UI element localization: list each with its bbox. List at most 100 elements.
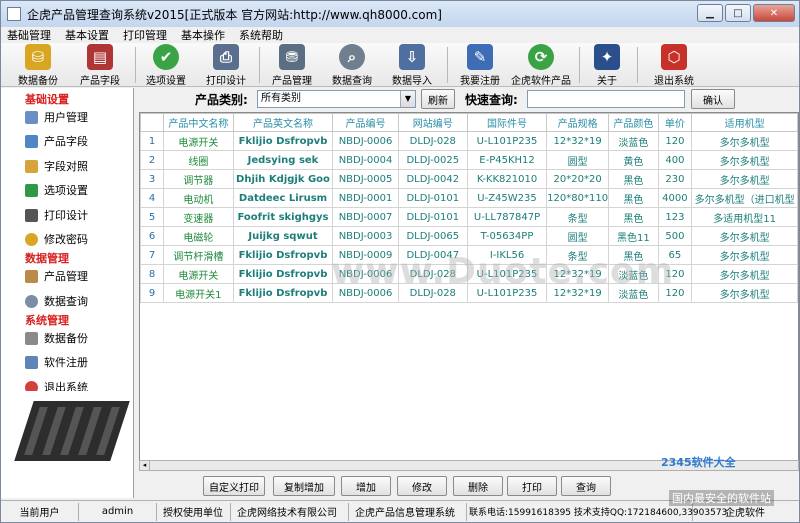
table-cell[interactable]: 多适用机型11 [691, 207, 798, 227]
table-cell[interactable]: 多尔多机型 [691, 226, 798, 246]
column-header[interactable]: 产品规格 [546, 113, 610, 132]
table-cell[interactable]: NBDJ-0004 [332, 150, 399, 170]
table-cell[interactable]: 120 [657, 131, 693, 151]
toolbar-product-manage-button[interactable]: ⛃ 产品管理 [265, 43, 319, 87]
table-cell[interactable]: 淡蓝色 [608, 131, 659, 151]
table-cell[interactable]: 黑色 [608, 188, 659, 208]
table-cell[interactable]: Fklijio Dsfropvb [232, 245, 334, 265]
table-cell[interactable]: 调节器 [163, 169, 234, 189]
table-cell[interactable]: NBDJ-0005 [332, 169, 399, 189]
edit-button[interactable]: 修改 [397, 476, 447, 496]
menu-basic-settings[interactable]: 基本设置 [65, 27, 109, 43]
table-cell[interactable]: DLDJ-0101 [397, 207, 468, 227]
table-cell[interactable]: 20*20*20 [546, 169, 610, 189]
table-cell[interactable]: Datdeec Lirusm [232, 188, 334, 208]
column-header[interactable]: 产品中文名称 [163, 113, 234, 132]
table-cell[interactable]: 120*80*110 [546, 188, 610, 208]
query-button[interactable]: 查询 [561, 476, 611, 496]
table-cell[interactable]: 12*32*19 [546, 131, 610, 151]
table-cell[interactable]: NBDJ-0001 [332, 188, 399, 208]
table-cell[interactable]: 123 [657, 207, 693, 227]
sidebar-item-register[interactable]: 软件注册 [25, 354, 88, 370]
print-button[interactable]: 打印 [507, 476, 557, 496]
table-cell[interactable]: 电源开关 [163, 264, 234, 284]
menu-basic-manage[interactable]: 基础管理 [7, 27, 51, 43]
table-cell[interactable]: NBDJ-0007 [332, 207, 399, 227]
table-cell[interactable]: Jedsying sek [232, 150, 334, 170]
table-cell[interactable]: 多尔多机型 [691, 131, 798, 151]
table-cell[interactable]: 调节杆滑槽 [163, 245, 234, 265]
column-header[interactable]: 单价 [657, 113, 693, 132]
column-header[interactable]: 产品编号 [332, 113, 399, 132]
table-cell[interactable]: 多尔多机型 [691, 283, 798, 303]
toolbar-data-import-button[interactable]: ⇩ 数据导入 [385, 43, 439, 87]
chevron-down-icon[interactable]: ▼ [400, 91, 415, 107]
table-cell[interactable]: Fklijio Dsfropvb [232, 264, 334, 284]
close-button[interactable]: ✕ [753, 4, 795, 22]
table-cell[interactable]: 500 [657, 226, 693, 246]
column-header[interactable]: 网站编号 [397, 113, 468, 132]
table-cell[interactable]: DLDJ-028 [397, 131, 468, 151]
sidebar-section-data-manage[interactable]: 数据管理 [25, 250, 69, 266]
table-cell[interactable]: 线圈 [163, 150, 234, 170]
column-header[interactable]: 适用机型 [691, 113, 798, 132]
table-cell[interactable]: 电源开关1 [163, 283, 234, 303]
sidebar-section-basic-settings[interactable]: 基础设置 [25, 91, 69, 107]
delete-button[interactable]: 删除 [453, 476, 503, 496]
table-cell[interactable]: DLDJ-0101 [397, 188, 468, 208]
table-cell[interactable]: 电磁轮 [163, 226, 234, 246]
table-row[interactable]: 4 电动机 Datdeec Lirusm NBDJ-0001 DLDJ-0101 U-Z4… [140, 188, 798, 208]
table-cell[interactable]: Foofrit skighgys [232, 207, 334, 227]
toolbar-exit-button[interactable]: ⬡ 退出系统 [647, 43, 701, 87]
table-cell[interactable]: 黑色 [608, 169, 659, 189]
table-cell[interactable]: 变速器 [163, 207, 234, 227]
table-cell[interactable]: U-Z45W235 [466, 188, 548, 208]
table-cell[interactable]: Dhjih Kdjgjk Goo [232, 169, 334, 189]
toolbar-software-products-button[interactable]: ⟳ 企虎软件产品 [509, 43, 573, 87]
toolbar-register-button[interactable]: ✎ 我要注册 [453, 43, 507, 87]
sidebar-item-product-fields[interactable]: 产品字段 [25, 133, 88, 149]
toolbar-options-button[interactable]: ✔ 选项设置 [139, 43, 193, 87]
sidebar-item-field-mapping[interactable]: 字段对照 [25, 158, 88, 174]
table-cell[interactable]: 多尔多机型 [691, 264, 798, 284]
table-cell[interactable]: Juijkg sqwut [232, 226, 334, 246]
table-cell[interactable]: 黑色 [608, 207, 659, 227]
table-cell[interactable]: 多尔多机型（进口机型 [691, 188, 798, 208]
table-cell[interactable]: 多尔多机型 [691, 150, 798, 170]
table-cell[interactable]: NBDJ-0003 [332, 226, 399, 246]
title-bar[interactable]: 企虎产品管理查询系统v2015[正式版本 官方网站:http://www.qh8… [1, 1, 799, 27]
table-cell[interactable]: DLDJ-0065 [397, 226, 468, 246]
table-cell[interactable]: Fklijio Dsfropvb [232, 131, 334, 151]
sidebar-item-product-manage[interactable]: 产品管理 [25, 268, 88, 284]
menu-help[interactable]: 系统帮助 [239, 27, 283, 43]
toolbar-data-query-button[interactable]: ⌕ 数据查询 [325, 43, 379, 87]
table-cell[interactable]: U-L101P235 [466, 131, 548, 151]
table-cell[interactable]: E-P45KH12 [466, 150, 548, 170]
scroll-left-icon[interactable]: ◂ [140, 461, 150, 470]
sidebar-item-change-password[interactable]: 修改密码 [25, 231, 88, 247]
table-cell[interactable]: Fklijio Dsfropvb [232, 283, 334, 303]
table-row[interactable]: 5 变速器 Foofrit skighgys NBDJ-0007 DLDJ-0101 U-… [140, 207, 798, 227]
table-cell[interactable]: 多尔多机型 [691, 245, 798, 265]
table-cell[interactable]: 电动机 [163, 188, 234, 208]
table-cell[interactable]: 黑色11 [608, 226, 659, 246]
quick-query-input[interactable] [527, 90, 685, 108]
refresh-button[interactable]: 刷新 [421, 89, 455, 109]
table-row[interactable]: 3 调节器 Dhjih Kdjgjk Goo NBDJ-0005 DLDJ-0042 K-… [140, 169, 798, 189]
menu-print-manage[interactable]: 打印管理 [123, 27, 167, 43]
maximize-button[interactable]: □ [725, 4, 751, 22]
column-header[interactable]: 产品英文名称 [232, 113, 334, 132]
table-cell[interactable]: 多尔多机型 [691, 169, 798, 189]
table-cell[interactable]: 4000 [657, 188, 693, 208]
table-row[interactable]: 2 线圈 Jedsying sek NBDJ-0004 DLDJ-0025 E-P45KH… [140, 150, 798, 170]
sidebar-item-data-backup[interactable]: 数据备份 [25, 330, 88, 346]
table-cell[interactable]: K-KK821010 [466, 169, 548, 189]
table-cell[interactable]: U-LL787847P [466, 207, 548, 227]
sidebar-item-options[interactable]: 选项设置 [25, 182, 88, 198]
toolbar-data-backup-button[interactable]: ⛁ 数据备份 [11, 43, 65, 87]
sidebar-item-data-query[interactable]: 数据查询 [25, 293, 88, 309]
menu-basic-operations[interactable]: 基本操作 [181, 27, 225, 43]
table-cell[interactable]: 230 [657, 169, 693, 189]
table-cell[interactable]: 条型 [546, 207, 610, 227]
table-cell[interactable]: DLDJ-0025 [397, 150, 468, 170]
